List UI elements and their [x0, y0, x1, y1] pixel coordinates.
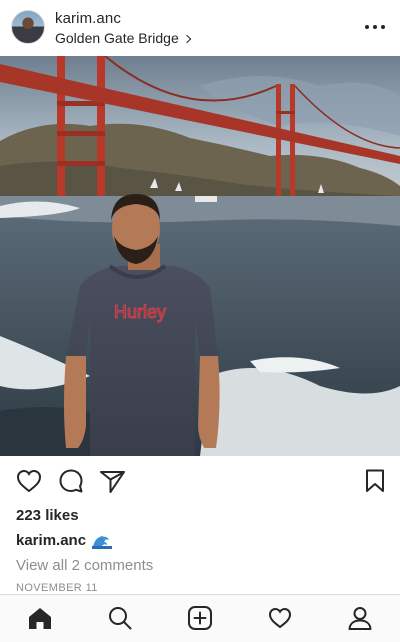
like-button[interactable]: [14, 466, 44, 496]
new-post-icon: [188, 606, 212, 630]
share-button[interactable]: [98, 466, 128, 496]
more-options-button[interactable]: [365, 17, 385, 37]
search-icon: [109, 607, 132, 630]
heart-icon: [16, 469, 42, 493]
profile-icon: [348, 607, 372, 630]
likes-count[interactable]: 223 likes: [16, 507, 79, 524]
wave-emoji-icon: [92, 534, 113, 549]
home-icon: [29, 608, 51, 629]
post-username[interactable]: karim.anc: [55, 10, 121, 27]
tab-activity[interactable]: [267, 605, 293, 631]
chevron-right-icon: [182, 34, 191, 43]
view-comments-link[interactable]: View all 2 comments: [16, 557, 153, 574]
tab-profile[interactable]: [347, 605, 373, 631]
post-date: NOVEMBER 11: [16, 582, 98, 594]
send-icon: [100, 471, 125, 493]
tab-home[interactable]: [27, 605, 53, 631]
post-photo[interactable]: Hurley: [0, 56, 400, 456]
bookmark-icon: [366, 469, 384, 492]
more-dot: [373, 25, 377, 29]
shirt-logo-text: Hurley: [114, 302, 166, 322]
post-actions: [0, 466, 400, 498]
post-header: karim.anc Golden Gate Bridge: [0, 0, 400, 56]
activity-icon: [268, 607, 292, 629]
more-dot: [381, 25, 385, 29]
post-location[interactable]: Golden Gate Bridge: [55, 30, 191, 46]
comment-button[interactable]: [56, 466, 86, 496]
comment-icon: [59, 469, 83, 493]
bottom-tab-bar: [0, 594, 400, 642]
avatar[interactable]: [11, 10, 45, 44]
more-dot: [365, 25, 369, 29]
tab-new-post[interactable]: [187, 605, 213, 631]
save-button[interactable]: [360, 466, 390, 496]
location-label: Golden Gate Bridge: [55, 30, 179, 46]
caption: karim.anc: [16, 532, 113, 549]
caption-username[interactable]: karim.anc: [16, 532, 86, 549]
tab-search[interactable]: [107, 605, 133, 631]
